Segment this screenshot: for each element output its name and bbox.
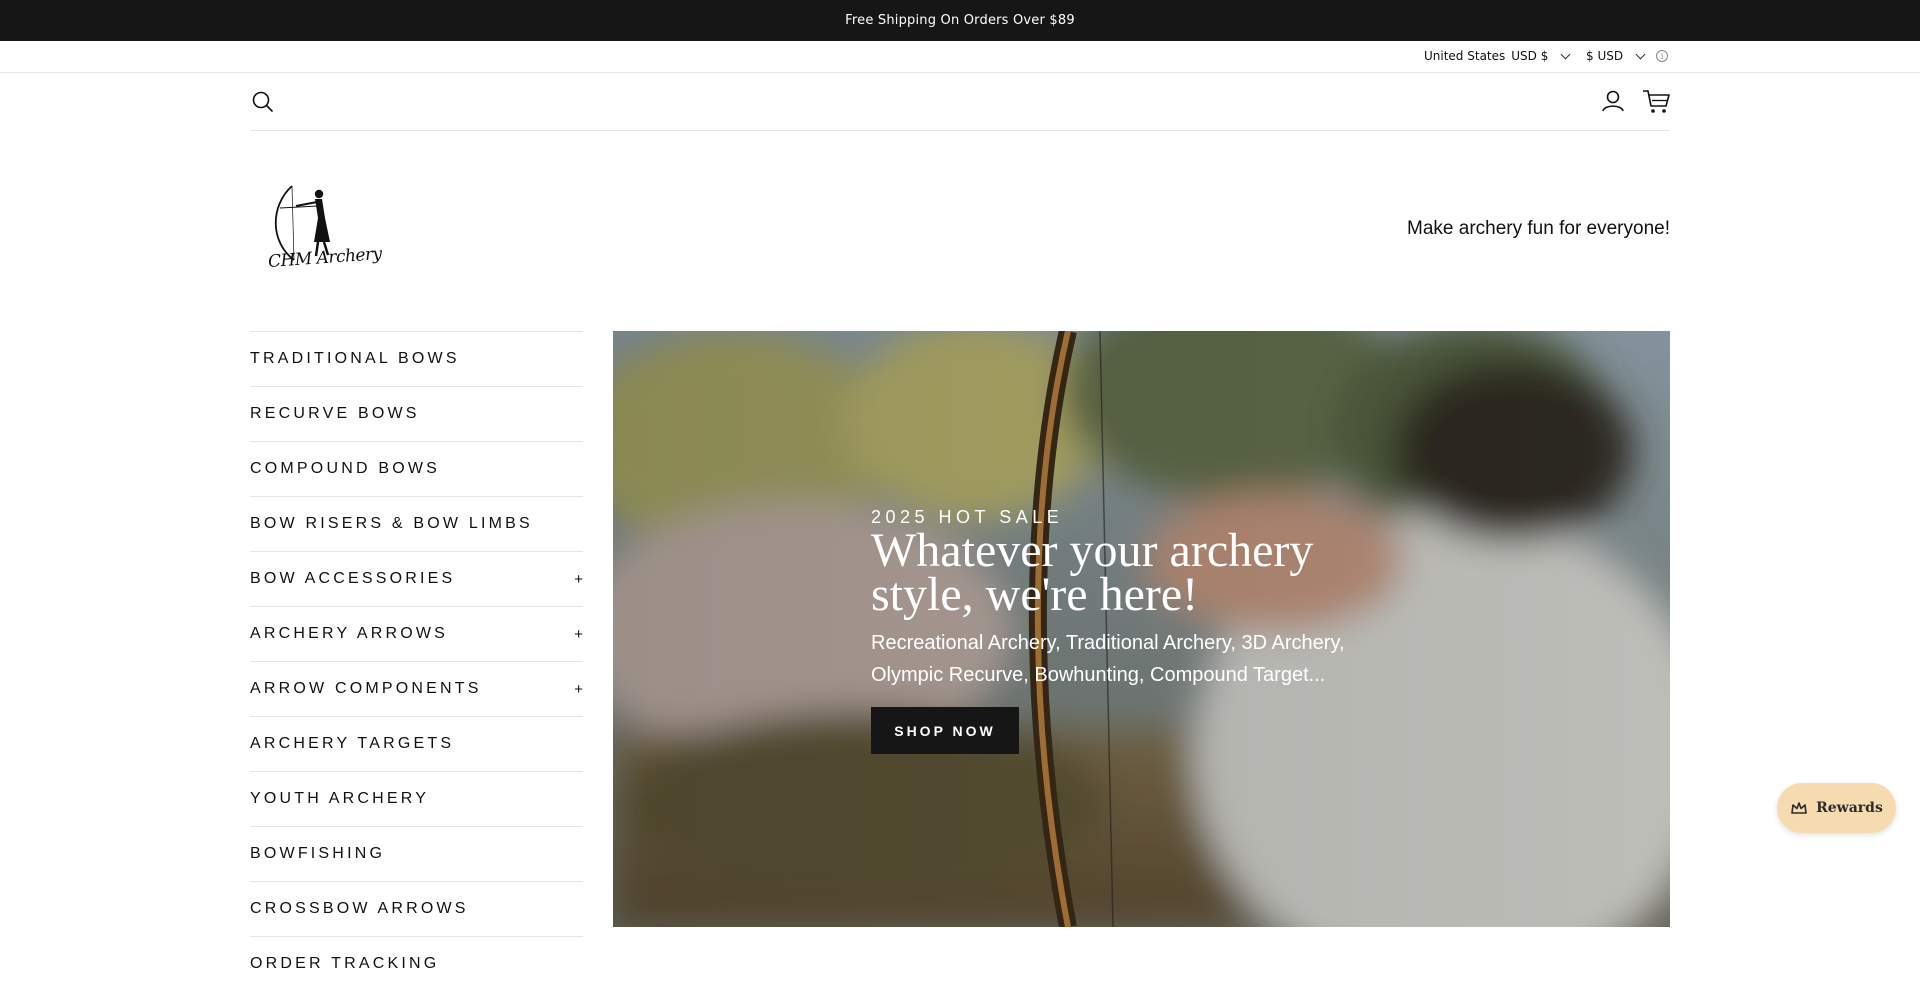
country-label: United States — [1424, 49, 1506, 63]
cart-icon[interactable] — [1641, 87, 1671, 115]
nav-item-label: CROSSBOW ARROWS — [250, 900, 469, 917]
announcement-bar: Free Shipping On Orders Over $89 — [0, 0, 1920, 41]
nav-item-youth-archery[interactable]: YOUTH ARCHERY — [250, 771, 583, 826]
announcement-text: Free Shipping On Orders Over $89 — [845, 13, 1075, 28]
nav-item-bowfishing[interactable]: BOWFISHING — [250, 826, 583, 881]
rewards-button[interactable]: Rewards — [1777, 783, 1896, 833]
country-selector[interactable]: United States USD $ — [1424, 49, 1575, 63]
nav-item-crossbow-arrows[interactable]: CROSSBOW ARROWS — [250, 881, 583, 936]
chevron-down-icon — [1560, 49, 1571, 60]
hero-subtext: Recreational Archery, Traditional Archer… — [871, 632, 1345, 686]
shop-now-button[interactable]: SHOP NOW — [871, 707, 1019, 754]
expand-icon[interactable]: + — [574, 626, 583, 643]
expand-icon[interactable]: + — [574, 681, 583, 698]
site-header — [250, 73, 1670, 131]
nav-item-label: COMPOUND BOWS — [250, 460, 441, 477]
crown-icon — [1791, 802, 1807, 814]
search-icon[interactable] — [250, 89, 276, 115]
country-currency: USD $ — [1511, 49, 1549, 63]
nav-item-label: BOW RISERS & BOW LIMBS — [250, 515, 533, 532]
nav-item-bow-risers-limbs[interactable]: BOW RISERS & BOW LIMBS — [250, 496, 583, 551]
nav-item-label: ARCHERY TARGETS — [250, 735, 455, 752]
info-icon[interactable]: i — [1656, 50, 1669, 62]
nav-item-archery-arrows[interactable]: ARCHERY ARROWS + — [250, 606, 583, 661]
nav-item-label: RECURVE BOWS — [250, 405, 420, 422]
nav-item-label: BOWFISHING — [250, 845, 386, 862]
nav-item-compound-bows[interactable]: COMPOUND BOWS — [250, 441, 583, 496]
nav-item-label: ARCHERY ARROWS — [250, 625, 449, 642]
nav-item-order-tracking[interactable]: ORDER TRACKING — [250, 936, 583, 991]
nav-item-recurve-bows[interactable]: RECURVE BOWS — [250, 386, 583, 441]
hero-headline: Whatever your archery style, we're here! — [871, 524, 1314, 621]
utility-bar: United States USD $ $ USD i — [0, 41, 1920, 73]
nav-item-label: BOW ACCESSORIES — [250, 570, 456, 587]
rewards-label: Rewards — [1816, 800, 1883, 816]
account-icon[interactable] — [1600, 88, 1626, 114]
sidebar-nav: TRADITIONAL BOWS RECURVE BOWS COMPOUND B… — [250, 331, 583, 991]
nav-item-archery-targets[interactable]: ARCHERY TARGETS — [250, 716, 583, 771]
nav-item-label: ARROW COMPONENTS — [250, 680, 482, 697]
nav-item-arrow-components[interactable]: ARROW COMPONENTS + — [250, 661, 583, 716]
nav-item-label: ORDER TRACKING — [250, 955, 440, 972]
nav-item-label: TRADITIONAL BOWS — [250, 350, 460, 367]
nav-item-traditional-bows[interactable]: TRADITIONAL BOWS — [250, 331, 583, 386]
nav-item-label: YOUTH ARCHERY — [250, 790, 430, 807]
hero-banner: 2025 HOT SALE Whatever your archery styl… — [613, 331, 1670, 927]
currency-label: $ USD — [1586, 49, 1624, 63]
chevron-down-icon — [1635, 49, 1646, 60]
expand-icon[interactable]: + — [574, 571, 583, 588]
nav-item-bow-accessories[interactable]: BOW ACCESSORIES + — [250, 551, 583, 606]
tagline: Make archery fun for everyone! — [1407, 218, 1670, 239]
currency-selector[interactable]: $ USD i — [1586, 49, 1669, 63]
